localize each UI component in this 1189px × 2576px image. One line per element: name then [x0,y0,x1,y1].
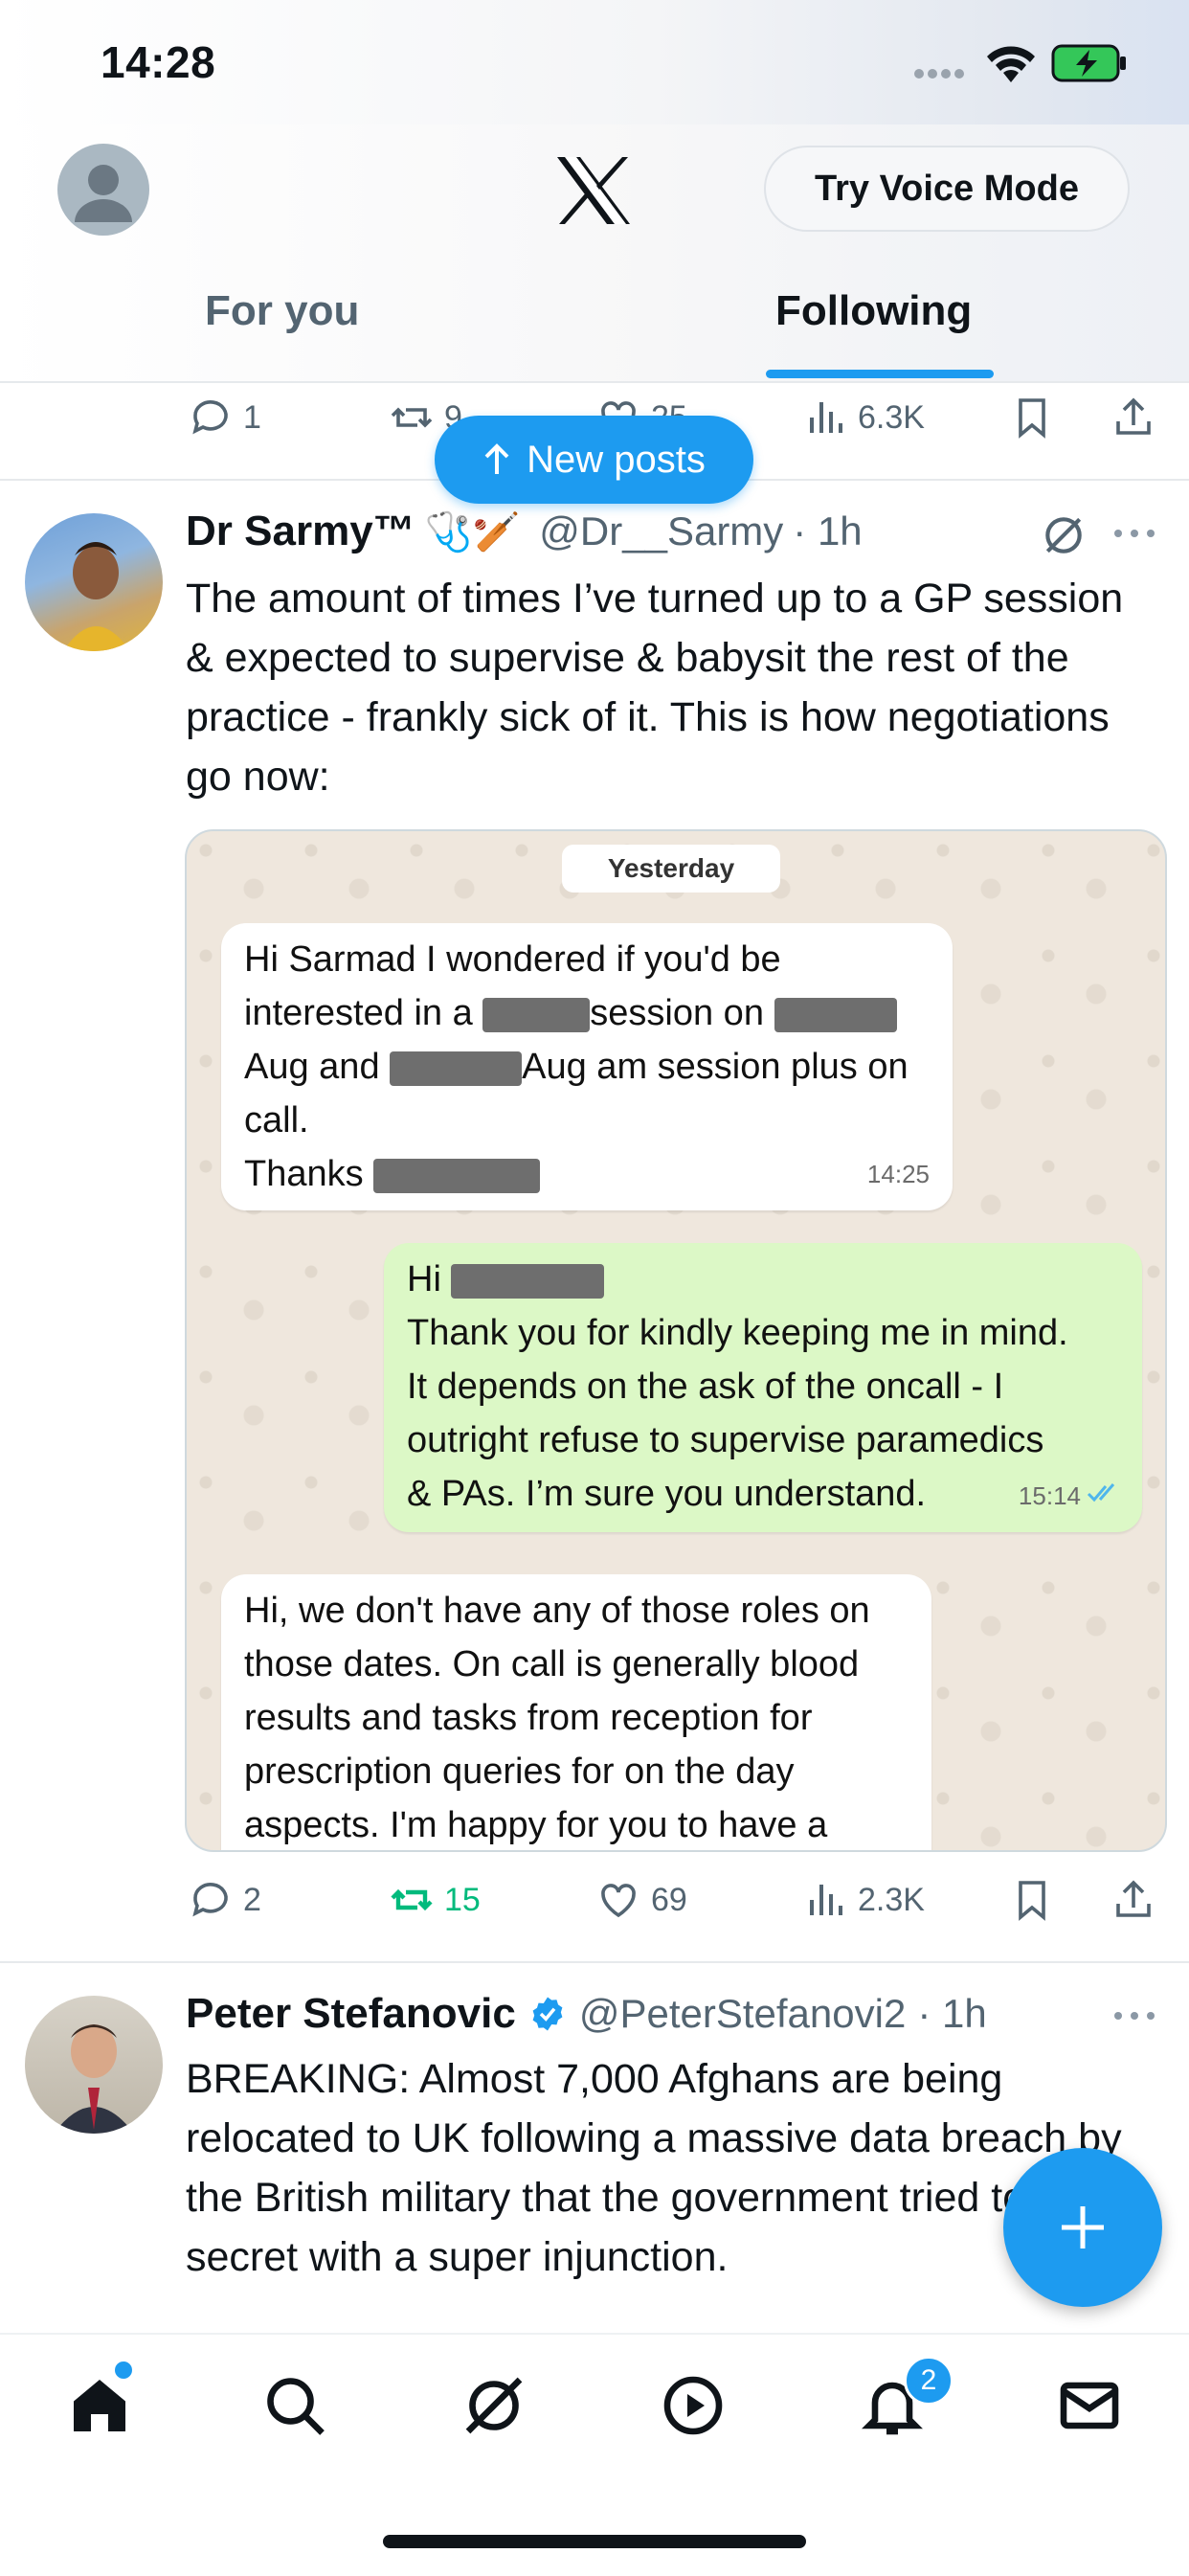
msg-line: & PAs. I’m sure you understand. [407,1474,927,1514]
post-header: Dr Sarmy™ 🩺🏏 @Dr__Sarmy · 1h [186,508,863,555]
read-receipt-icon [1087,1465,1121,1519]
try-voice-mode-button[interactable]: Try Voice Mode [764,146,1130,232]
views-count: 2.3K [858,1881,925,1918]
verified-icon [532,1997,563,2031]
wifi-icon [984,42,1038,89]
message-bubble-incoming: Hi Sarmad I wondered if you'd be interes… [221,923,953,1210]
status-time: 14:28 [101,37,216,87]
cellular-signal-icon [913,67,969,85]
reply-button[interactable]: 2 [188,1877,261,1923]
author-name[interactable]: Dr Sarmy™ [186,508,415,555]
message-time: 14:25 [866,1160,930,1188]
message-bubble-incoming: Hi, we don't have any of those roles on … [221,1574,931,1850]
profile-avatar-icon[interactable] [57,144,149,236]
bookmark-button[interactable] [1009,1877,1055,1923]
msg-line: Hi, we don't have any of those roles on [244,1591,870,1631]
msg-line: prescription queries for on the day [244,1751,795,1792]
share-button[interactable] [1110,395,1156,441]
post-text: BREAKING: Almost 7,000 Afghans are being… [186,2056,1127,2280]
tab-following[interactable]: Following [775,287,972,335]
post-header: Peter Stefanovic @PeterStefanovi2 · 1h [186,1990,987,2038]
msg-line: Hi Sarmad I wondered if you'd be [244,939,781,980]
home-icon[interactable] [65,2371,134,2440]
reply-count: 1 [243,398,261,436]
compose-button[interactable] [1003,2148,1162,2307]
message-time: 15:14 [1018,1481,1081,1510]
bookmark-icon [1019,1881,1045,1921]
msg-line: Thanks [244,1147,930,1201]
grok-icon[interactable] [1040,511,1088,564]
active-tab-indicator [766,370,994,378]
bookmark-button[interactable] [1009,395,1055,441]
views-icon [810,1885,842,1915]
post-time: · 1h [793,508,863,554]
repost-count: 15 [444,1881,481,1918]
msg-line: results and tasks from reception for [244,1698,813,1738]
more-icon[interactable] [1112,527,1156,545]
reply-icon [192,1883,228,1917]
like-count: 69 [651,1881,687,1918]
notifications-badge: 2 [904,2356,953,2406]
share-icon [1116,1880,1151,1917]
msg-line: outright refuse to supervise paramedics [407,1420,1044,1460]
search-icon[interactable] [260,2371,329,2440]
play-icon[interactable] [659,2371,728,2440]
post-text: The amount of times I’ve turned up to a … [186,576,1124,800]
home-unread-dot [115,2361,132,2379]
date-chip: Yesterday [562,845,780,893]
reply-button[interactable]: 1 [188,395,261,441]
msg-line: interested in a session on [244,986,930,1040]
msg-line: those dates. On call is generally blood [244,1644,860,1684]
msg-line: call. [244,1100,309,1141]
repost-icon [391,1888,433,1911]
msg-line: Thank you for kindly keeping me in mind. [407,1313,1068,1353]
author-name-emoji: 🩺🏏 [424,510,521,554]
tab-for-you[interactable]: For you [205,287,359,335]
reply-icon [192,400,228,435]
post-time: · 1h [917,1991,987,2036]
mail-icon[interactable] [1055,2371,1124,2440]
new-posts-label: New posts [527,438,706,481]
battery-charging-icon [1051,44,1128,87]
views-icon [810,402,842,433]
compose-plus-icon [1062,2206,1104,2248]
like-icon [601,1884,636,1918]
home-indicator [383,2535,806,2548]
msg-line: Hi [407,1253,1119,1306]
more-icon[interactable] [1112,2009,1156,2027]
new-posts-button[interactable]: New posts [435,416,753,504]
author-handle[interactable]: @Dr__Sarmy [539,508,783,554]
arrow-up-icon [484,443,509,474]
feed-divider [0,1961,1189,1963]
post-author-avatar[interactable] [25,1996,163,2134]
bookmark-icon [1019,398,1045,439]
repost-button[interactable]: 15 [389,1877,481,1923]
grok-icon[interactable] [460,2371,528,2440]
author-name[interactable]: Peter Stefanovic [186,1990,516,2038]
x-logo-icon[interactable] [555,155,632,231]
msg-line: aspects. I'm happy for you to have a [244,1805,828,1845]
msg-line: Aug and Aug am session plus on [244,1047,909,1087]
views-button[interactable]: 2.3K [802,1877,925,1923]
share-icon [1116,397,1151,435]
share-button[interactable] [1110,1877,1156,1923]
views-count: 6.3K [858,398,925,436]
msg-line: It depends on the ask of the oncall - I [407,1367,1004,1407]
post-image[interactable]: Yesterday Hi Sarmad I wondered if you'd … [185,829,1167,1852]
reply-count: 2 [243,1881,261,1918]
post-author-avatar[interactable] [25,513,163,651]
views-button[interactable]: 6.3K [802,395,925,441]
author-handle[interactable]: @PeterStefanovi2 [579,1991,907,2037]
message-bubble-outgoing: Hi Thank you for kindly keeping me in mi… [384,1243,1142,1532]
like-button[interactable]: 69 [595,1877,687,1923]
repost-icon [391,407,433,428]
